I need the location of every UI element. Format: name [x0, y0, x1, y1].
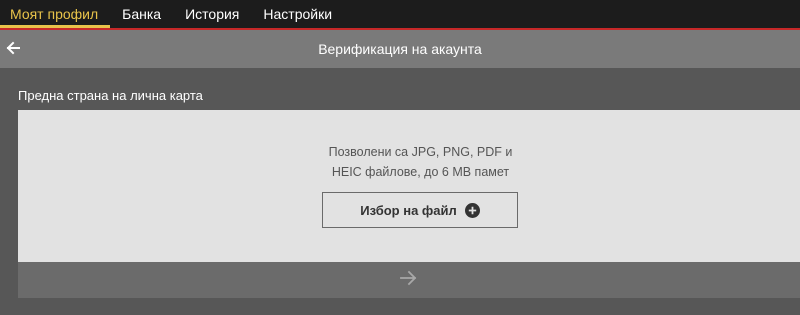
upload-area[interactable]: Позволени са JPG, PNG, PDF и HEIC файлов…	[18, 110, 800, 262]
tab-settings[interactable]: Настройки	[251, 0, 344, 28]
submit-button[interactable]	[18, 262, 800, 298]
tab-label: Банка	[122, 6, 162, 22]
top-nav: Моят профил Банка История Настройки	[0, 0, 800, 28]
upload-info: Позволени са JPG, PNG, PDF и HEIC файлов…	[18, 142, 800, 182]
arrow-left-icon	[5, 40, 21, 59]
tab-bank[interactable]: Банка	[110, 0, 173, 28]
upload-info-line2: HEIC файлове, до 6 MB памет	[331, 165, 510, 179]
tab-history[interactable]: История	[173, 0, 251, 28]
tab-label: Моят профил	[10, 6, 99, 22]
plus-circle-icon	[464, 202, 480, 218]
upload-info-line1: Позволени са JPG, PNG, PDF и	[328, 145, 513, 159]
page-title: Верификация на акаунта	[318, 41, 482, 57]
choose-file-button[interactable]: Избор на файл	[322, 192, 518, 228]
tab-my-profile[interactable]: Моят профил	[0, 0, 111, 28]
back-button[interactable]	[0, 30, 26, 68]
tab-label: Настройки	[263, 6, 333, 22]
arrow-right-icon	[400, 270, 418, 291]
section-label: Предна страна на лична карта	[18, 88, 203, 103]
header-bar: Верификация на акаунта	[0, 30, 800, 68]
tab-label: История	[185, 6, 240, 22]
choose-file-label: Избор на файл	[360, 202, 457, 218]
page: Моят профил Банка История Настройки Вери…	[0, 0, 800, 315]
